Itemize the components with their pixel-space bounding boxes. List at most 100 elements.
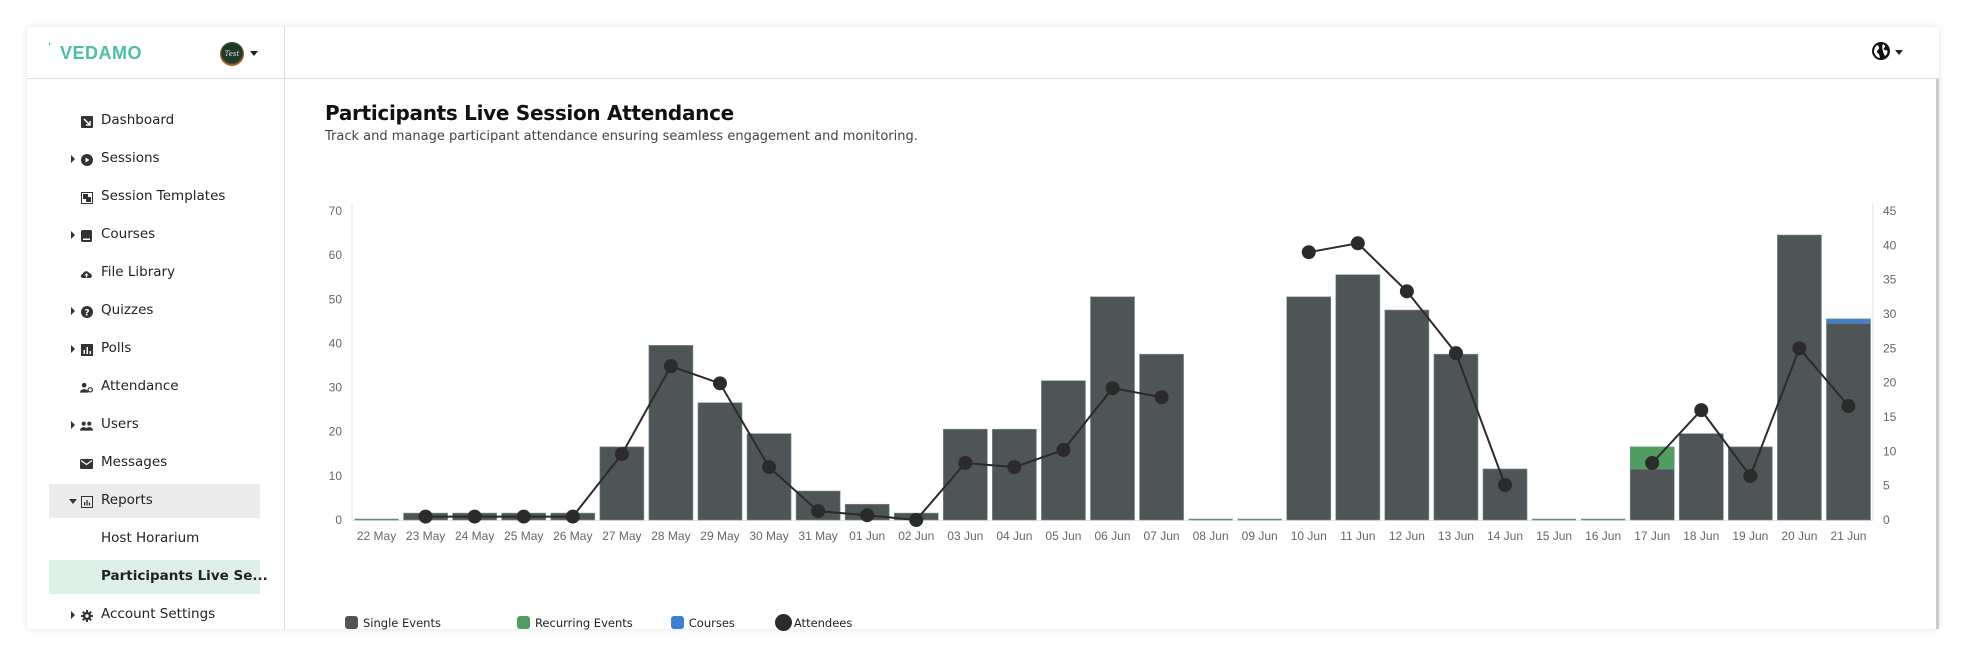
bar-single-events <box>1678 433 1724 521</box>
chevron-right-icon[interactable] <box>71 345 75 353</box>
right-axis-tick-label: 0 <box>1883 513 1890 527</box>
sidebar-item-label: Reports <box>101 492 153 508</box>
sidebar-item-quizzes[interactable]: ? Quizzes <box>49 294 260 328</box>
sidebar-item-courses[interactable]: Courses <box>49 218 260 252</box>
chevron-right-icon[interactable] <box>71 421 75 429</box>
bar-courses <box>1826 318 1871 324</box>
attendees-point <box>762 460 777 475</box>
attendees-point <box>1841 399 1856 414</box>
right-axis-tick-label: 30 <box>1883 307 1897 321</box>
report-icon <box>80 495 93 508</box>
bar-single-events <box>1826 322 1871 521</box>
right-axis-tick-label: 10 <box>1883 444 1897 458</box>
x-axis-tick-label: 26 May <box>553 529 592 543</box>
attendees-point <box>1301 245 1316 260</box>
chevron-right-icon[interactable] <box>71 231 75 239</box>
left-axis-tick-label: 50 <box>329 292 343 306</box>
users-icon <box>80 419 93 432</box>
attendees-point <box>1350 236 1365 251</box>
attendees-point <box>1399 284 1414 299</box>
x-axis-tick-label: 13 Jun <box>1438 529 1474 543</box>
left-axis-tick-label: 20 <box>329 425 343 439</box>
x-axis-tick-label: 08 Jun <box>1193 529 1229 543</box>
x-axis-tick-label: 22 May <box>357 529 396 543</box>
logo[interactable]: VEDAMO <box>60 43 142 64</box>
sidebar-item-label: Dashboard <box>101 112 175 128</box>
bar-single-events <box>1139 353 1184 521</box>
sidebar-item-label: Sessions <box>101 150 160 166</box>
sidebar-item-account-settings[interactable]: Account Settings <box>49 598 260 632</box>
x-axis-tick-label: 09 Jun <box>1242 529 1278 543</box>
bar-single-events <box>942 428 988 521</box>
x-axis-tick-label: 11 Jun <box>1340 529 1375 543</box>
legend-item-attendees[interactable]: Attendees <box>774 614 852 631</box>
avatar[interactable]: Test <box>220 42 244 66</box>
language-chevron-down-icon[interactable] <box>1895 50 1903 55</box>
chevron-right-icon[interactable] <box>71 155 75 163</box>
bar-single-events <box>992 428 1037 521</box>
sidebar-item-polls[interactable]: Polls <box>49 332 260 366</box>
attendees-point <box>516 509 531 524</box>
left-axis-tick-label: 70 <box>329 204 343 218</box>
sidebar-item-label: Host Horarium <box>101 530 200 546</box>
right-axis-tick-label: 20 <box>1883 376 1897 390</box>
attendees-point <box>1105 381 1120 396</box>
legend-label: Single Events <box>363 615 441 630</box>
left-axis-tick-label: 10 <box>329 469 343 483</box>
x-axis-tick-label: 17 Jun <box>1634 529 1670 543</box>
sidebar-item-label: Attendance <box>101 378 179 394</box>
legend-item-single-events[interactable]: Single Events <box>345 616 441 630</box>
attendees-point <box>811 504 826 519</box>
sidebar-item-sessions[interactable]: Sessions <box>49 142 260 176</box>
sidebar-item-users[interactable]: Users <box>49 408 260 442</box>
bar-single-events <box>1286 296 1332 521</box>
chevron-down-icon[interactable] <box>69 499 77 504</box>
bar-single-events <box>1728 446 1773 521</box>
legend-item-recurring-events[interactable]: Recurring Events <box>516 615 633 630</box>
chevron-right-icon[interactable] <box>71 307 75 315</box>
x-axis-tick-label: 20 Jun <box>1781 529 1817 543</box>
gear-icon <box>80 609 93 622</box>
attendees-point <box>663 359 678 374</box>
globe-icon[interactable] <box>1871 41 1891 61</box>
x-axis-tick-label: 31 May <box>798 529 837 543</box>
attendees-point <box>614 447 629 462</box>
attendees-point <box>1792 341 1807 356</box>
sidebar-item-messages[interactable]: Messages <box>49 446 260 480</box>
attendees-point <box>712 376 727 391</box>
legend-label: Recurring Events <box>534 615 633 630</box>
sidebar-item-session-templates[interactable]: Session Templates <box>49 180 260 214</box>
legend-swatch-single <box>345 616 358 629</box>
attendees-point <box>418 509 433 524</box>
x-axis-tick-label: 01 Jun <box>849 529 885 543</box>
sidebar-item-reports[interactable]: Reports <box>49 484 260 518</box>
sidebar-item-dashboard[interactable]: Dashboard <box>49 104 260 138</box>
user-menu-chevron-down-icon[interactable] <box>250 51 258 56</box>
x-axis-tick-label: 16 Jun <box>1585 529 1621 543</box>
attendees-point <box>958 456 973 471</box>
app-window: VEDAMO Test Dashboard Sessions Session Tem… <box>27 27 1939 632</box>
top-bar <box>285 27 1939 79</box>
sidebar-item-host-horarium[interactable]: Host Horarium <box>49 522 260 556</box>
legend-item-courses[interactable]: Courses <box>670 615 735 630</box>
right-axis-tick-label: 15 <box>1883 410 1897 424</box>
chevron-right-icon[interactable] <box>71 611 75 619</box>
right-axis-tick-label: 45 <box>1883 204 1897 218</box>
chart-legend: Single Events Recurring Events Courses A… <box>345 614 892 631</box>
scrollbar[interactable] <box>1936 79 1939 629</box>
right-axis-tick-label: 25 <box>1883 341 1897 355</box>
x-axis-tick-label: 23 May <box>406 529 445 543</box>
x-axis-tick-label: 10 Jun <box>1291 529 1327 543</box>
attendees-point <box>860 508 875 523</box>
x-axis-tick-label: 21 Jun <box>1830 529 1866 543</box>
sidebar-item-participants-live-se[interactable]: Participants Live Se... <box>49 560 268 594</box>
legend-label: Courses <box>688 615 735 630</box>
envelope-icon <box>80 457 93 470</box>
sidebar-item-attendance[interactable]: Attendance <box>49 370 260 404</box>
x-axis-tick-label: 30 May <box>749 529 788 543</box>
sidebar-item-label: Messages <box>101 454 168 470</box>
bar-single-events <box>1335 274 1381 521</box>
x-axis-tick-label: 18 Jun <box>1683 529 1719 543</box>
sidebar-item-file-library[interactable]: File Library <box>49 256 260 290</box>
attendees-point <box>1154 390 1169 405</box>
